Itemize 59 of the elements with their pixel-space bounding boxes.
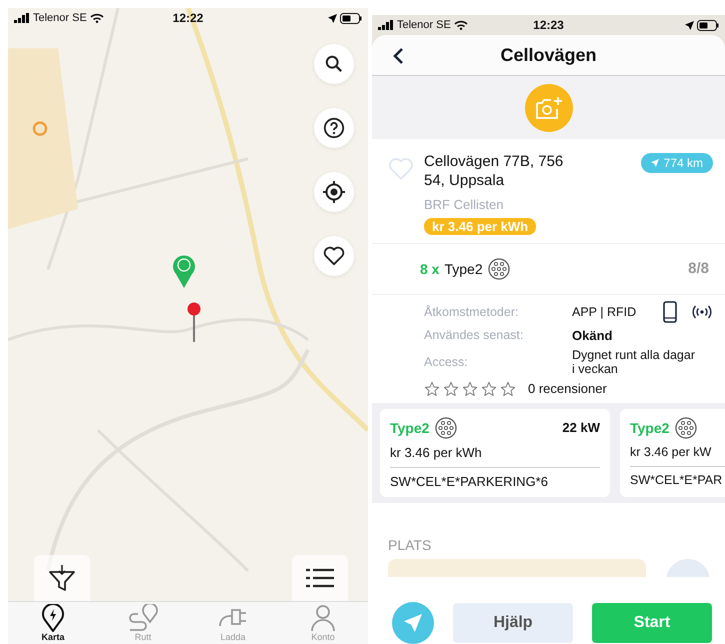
distance-badge: 774 km xyxy=(640,153,713,173)
availability-count: 8/8 xyxy=(688,260,709,277)
price-badge: kr 3.46 per kWh xyxy=(424,218,536,234)
detail-value: Okänd xyxy=(572,328,612,342)
phone-icon xyxy=(663,300,677,322)
question-mark-icon xyxy=(323,117,345,139)
status-time: 12:22 xyxy=(172,11,204,25)
tab-item[interactable]: Karta xyxy=(8,602,98,644)
page-title: Cellovägen xyxy=(500,44,597,66)
funnel-icon xyxy=(47,563,77,593)
route-icon xyxy=(128,604,158,632)
socket-icon xyxy=(435,416,458,438)
crosshair-icon xyxy=(322,180,346,204)
review-count: 0 recensioner xyxy=(528,381,607,396)
location-arrow-icon xyxy=(328,14,337,22)
detail-label: Åtkomstmetoder: xyxy=(424,304,520,318)
connector-price: kr 3.46 per kWh xyxy=(390,444,600,468)
detail-label: Användes senast: xyxy=(424,328,524,342)
heart-icon xyxy=(323,246,345,266)
socket-icon xyxy=(675,416,698,438)
detail-label: Access: xyxy=(424,354,469,368)
list-button[interactable] xyxy=(292,555,348,601)
detail-value: APP | RFID xyxy=(572,304,636,318)
operator-name: BRF Cellisten xyxy=(424,196,504,212)
connector-count: 8 x xyxy=(420,260,440,276)
connector-type: Type2 xyxy=(630,420,670,436)
evse-id: SW*CEL*E*PARKERING*6 xyxy=(390,474,549,488)
person-icon xyxy=(310,604,336,632)
station-address: Cellovägen 77B, 756 54, Uppsala xyxy=(424,153,564,190)
connector-card[interactable]: Type2 22 kW kr 3.46 per kWh SW*CEL*E*PARKERING*6 xyxy=(380,408,610,496)
carrier-name: Telenor SE xyxy=(397,19,451,31)
rfid-icon xyxy=(691,304,713,318)
signal-icon xyxy=(14,13,30,23)
filter-button[interactable] xyxy=(34,555,90,601)
charger-pin-icon[interactable] xyxy=(172,254,196,288)
location-arrow-icon xyxy=(684,20,694,30)
wifi-icon xyxy=(454,20,468,30)
carrier-name: Telenor SE xyxy=(33,12,87,24)
charging-pin-icon xyxy=(40,604,66,632)
arrow-icon xyxy=(404,614,422,632)
status-time: 12:23 xyxy=(533,18,564,32)
detail-value: Dygnet runt alla dagar i veckan xyxy=(572,348,696,376)
battery-icon xyxy=(340,12,362,24)
evse-id: SW*CEL*E*PAR xyxy=(630,472,724,486)
battery-icon xyxy=(696,20,719,30)
connector-type: Type2 xyxy=(444,260,483,276)
socket-icon xyxy=(488,258,510,280)
connector-price: kr 3.46 per kW xyxy=(630,444,725,466)
location-pin-icon xyxy=(187,302,201,342)
list-icon xyxy=(306,567,334,589)
wifi-icon xyxy=(90,13,104,23)
search-icon xyxy=(325,55,343,73)
connector-type: Type2 xyxy=(390,420,430,436)
camera-plus-icon xyxy=(534,96,562,120)
section-heading: PLATS xyxy=(388,536,432,552)
signal-icon xyxy=(378,20,394,30)
connector-card[interactable]: Type2 kr 3.46 per kW SW*CEL*E*PAR xyxy=(620,408,725,496)
power-rating: 22 kW xyxy=(562,420,600,435)
help-button[interactable]: Hjälp xyxy=(453,603,573,643)
